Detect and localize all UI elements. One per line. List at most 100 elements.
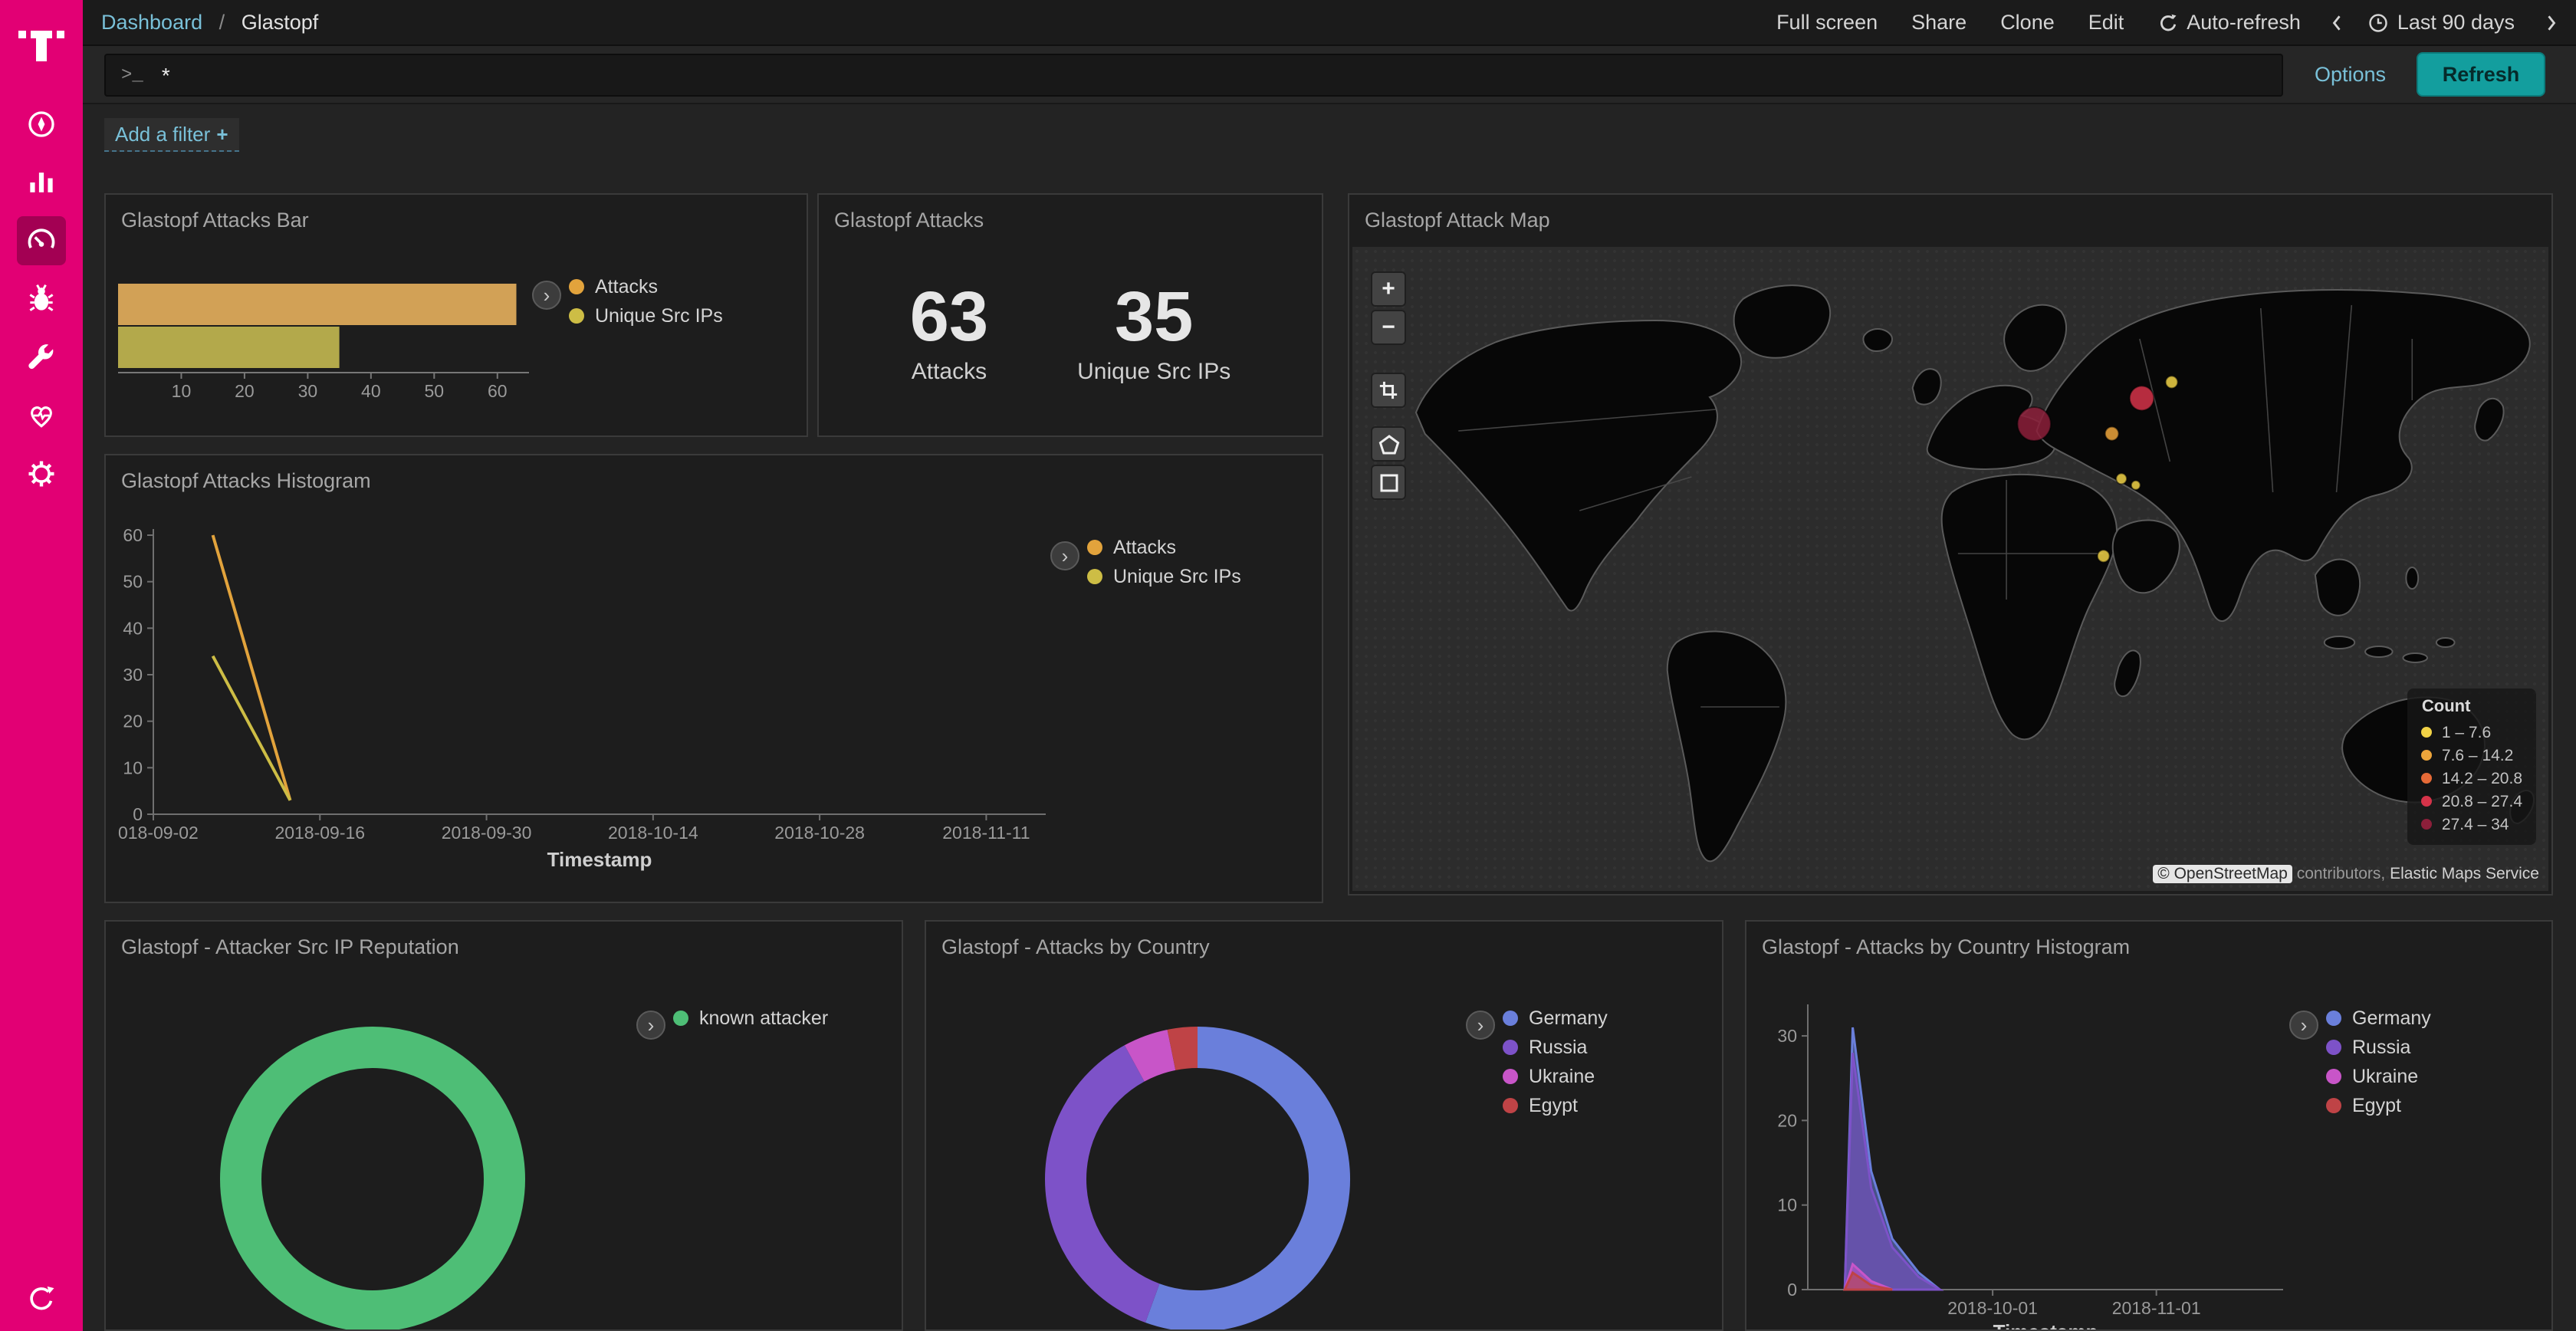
map-count-legend: Count 1 – 7.67.6 – 14.214.2 – 20.820.8 –… xyxy=(2408,689,2536,845)
draw-rectangle-button[interactable] xyxy=(1371,465,1406,500)
axis-tick-label: 2018-09-16 xyxy=(274,823,365,843)
axis-tick-label: 60 xyxy=(488,381,508,401)
polygon-icon xyxy=(1378,433,1399,455)
axis-tick-label: 2018-11-01 xyxy=(2112,1298,2201,1318)
legend-toggle-button[interactable]: › xyxy=(532,281,561,310)
elastic-maps-service-link[interactable]: Elastic Maps Service xyxy=(2390,865,2539,883)
legend-toggle-button[interactable]: › xyxy=(1050,541,1079,570)
country-histogram-chart: 01020302018-10-012018-11-01Timestamp xyxy=(1759,974,2298,1331)
axis-tick-label: Timestamp xyxy=(1993,1320,2098,1331)
sidebar-item-logout[interactable] xyxy=(0,1276,83,1322)
telekom-t-icon xyxy=(18,15,64,64)
breadcrumb-dashboard-link[interactable]: Dashboard xyxy=(101,11,202,34)
world-map[interactable]: + − Count 1 – 7.67.6 – 14.214.2 – 20.820… xyxy=(1352,247,2548,891)
sidebar-item-management[interactable] xyxy=(0,445,83,503)
options-link[interactable]: Options xyxy=(2315,63,2386,86)
panel-title: Glastopf - Attacks by Country xyxy=(926,922,1722,958)
zoom-out-button[interactable]: − xyxy=(1371,310,1406,345)
legend-label: Russia xyxy=(1529,1036,1587,1057)
time-range-button[interactable]: Last 90 days xyxy=(2368,11,2515,34)
axis-tick-label: 30 xyxy=(1777,1026,1797,1046)
legend-label: 27.4 – 34 xyxy=(2442,815,2509,833)
panel-title: Glastopf Attack Map xyxy=(1349,195,2551,232)
zoom-in-button[interactable]: + xyxy=(1371,271,1406,307)
legend-item[interactable]: Attacks xyxy=(569,271,723,301)
legend-label: 1 – 7.6 xyxy=(2442,723,2491,741)
legend-item[interactable]: Germany xyxy=(2326,1003,2431,1032)
bug-icon xyxy=(17,274,66,324)
legend-item[interactable]: Egypt xyxy=(2326,1090,2431,1119)
openstreetmap-link[interactable]: © OpenStreetMap xyxy=(2153,865,2292,883)
legend-label: Egypt xyxy=(1529,1094,1578,1116)
legend-color-dot xyxy=(2422,750,2433,761)
chart-legend: Germany Russia Ukraine Egypt xyxy=(1503,1003,1608,1119)
tpot-kibana-dashboard: Dashboard / Glastopf Full screen Share C… xyxy=(0,0,2576,1331)
draw-polygon-button[interactable] xyxy=(1371,426,1406,462)
sidebar-item-dev-tools[interactable] xyxy=(0,328,83,386)
legend-item[interactable]: 27.4 – 34 xyxy=(2422,813,2522,836)
legend-toggle-button[interactable]: › xyxy=(636,1011,665,1040)
axis-tick-label: 60 xyxy=(123,525,143,545)
legend-item[interactable]: Germany xyxy=(1503,1003,1608,1032)
axis-tick-label: 40 xyxy=(123,618,143,638)
panel-title: Glastopf Attacks xyxy=(819,195,1322,232)
filter-bar: Add a filter+ xyxy=(83,106,2576,173)
legend-item[interactable]: Ukraine xyxy=(1503,1061,1608,1090)
map-legend-rows: 1 – 7.6 7.6 – 14.214.2 – 20.820.8 – 27.4 2… xyxy=(2422,721,2522,836)
axis-tick-label: 20 xyxy=(1777,1110,1797,1130)
legend-toggle-button[interactable]: › xyxy=(2289,1011,2318,1040)
sidebar-item-visualize[interactable] xyxy=(0,153,83,212)
auto-refresh-button[interactable]: Auto-refresh xyxy=(2157,11,2301,34)
legend-item[interactable]: Unique Src IPs xyxy=(569,301,723,330)
legend-item[interactable]: 20.8 – 27.4 xyxy=(2422,790,2522,813)
legend-item[interactable]: known attacker xyxy=(673,1003,828,1032)
clone-button[interactable]: Clone xyxy=(2000,11,2055,34)
legend-label: Germany xyxy=(2352,1007,2431,1028)
panel-glastopf-attack-map: Glastopf Attack Map xyxy=(1348,193,2553,896)
attacks-bar-chart: 102030405060 xyxy=(115,244,563,403)
panel-glastopf-attacks-bar: Glastopf Attacks Bar 102030405060 › Atta… xyxy=(104,193,808,437)
search-query-input[interactable]: >_ * xyxy=(104,53,2284,96)
gauge-icon xyxy=(17,216,66,265)
legend-item[interactable]: 14.2 – 20.8 xyxy=(2422,767,2522,790)
edit-button[interactable]: Edit xyxy=(2088,11,2124,34)
telekom-logo[interactable] xyxy=(0,0,83,71)
bar-chart-icon xyxy=(17,158,66,207)
time-range-back-button[interactable] xyxy=(2328,12,2347,33)
sidebar-item-discover[interactable] xyxy=(0,95,83,153)
legend-item[interactable]: Russia xyxy=(2326,1032,2431,1061)
legend-item[interactable]: Egypt xyxy=(1503,1090,1608,1119)
legend-label: Ukraine xyxy=(2352,1065,2418,1086)
legend-item[interactable]: Unique Src IPs xyxy=(1087,561,1241,590)
sidebar-item-timelion[interactable] xyxy=(0,270,83,328)
metric-group: 63 Attacks 35 Unique Src IPs xyxy=(819,278,1322,384)
legend-item[interactable]: Russia xyxy=(1503,1032,1608,1061)
legend-color-dot xyxy=(2326,1010,2341,1025)
gear-icon xyxy=(17,449,66,498)
legend-item[interactable]: Attacks xyxy=(1087,532,1241,561)
legend-item[interactable]: 1 – 7.6 xyxy=(2422,721,2522,744)
sidebar-item-monitoring[interactable] xyxy=(0,386,83,445)
legend-label: Ukraine xyxy=(1529,1065,1595,1086)
clock-icon xyxy=(2368,12,2390,33)
rectangle-icon xyxy=(1378,472,1399,493)
refresh-button[interactable]: Refresh xyxy=(2417,52,2545,97)
legend-label: Attacks xyxy=(1113,536,1176,557)
legend-color-dot xyxy=(2422,796,2433,807)
chart-legend: Attacks Unique Src IPs xyxy=(1087,532,1241,590)
query-bar: >_ * Options Refresh xyxy=(83,46,2576,104)
metric-label: Unique Src IPs xyxy=(1077,358,1230,384)
time-range-forward-button[interactable] xyxy=(2542,12,2561,33)
legend-toggle-button[interactable]: › xyxy=(1466,1011,1495,1040)
legend-color-dot xyxy=(1503,1097,1518,1112)
axis-tick-label: 30 xyxy=(298,381,318,401)
legend-item[interactable]: 7.6 – 14.2 xyxy=(2422,744,2522,767)
axis-tick-label: 30 xyxy=(123,665,143,685)
sidebar-item-dashboard[interactable] xyxy=(0,212,83,270)
share-button[interactable]: Share xyxy=(1911,11,1967,34)
metric-label: Attacks xyxy=(910,358,988,384)
full-screen-button[interactable]: Full screen xyxy=(1776,11,1878,34)
add-filter-link[interactable]: Add a filter+ xyxy=(104,118,239,152)
fit-bounds-button[interactable] xyxy=(1371,373,1406,408)
legend-item[interactable]: Ukraine xyxy=(2326,1061,2431,1090)
